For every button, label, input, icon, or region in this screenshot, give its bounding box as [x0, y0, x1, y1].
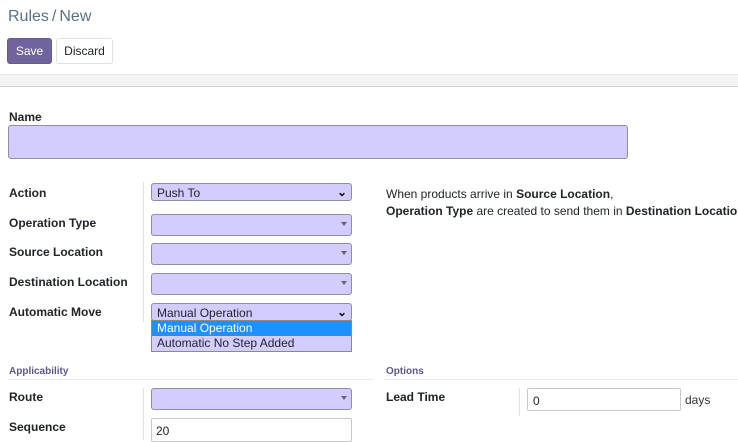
automatic-move-value: Manual Operation [157, 306, 253, 320]
dropdown-option-manual-operation[interactable]: Manual Operation [152, 321, 351, 336]
lead-time-value: 0 [533, 394, 540, 408]
breadcrumb-parent[interactable]: Rules [8, 8, 49, 25]
breadcrumb-separator: / [51, 8, 57, 25]
automatic-move-label: Automatic Move [9, 305, 102, 319]
sequence-value: 20 [156, 424, 170, 438]
caret-down-icon [341, 222, 347, 226]
operation-type-label: Operation Type [9, 216, 97, 230]
destination-location-select[interactable] [151, 273, 352, 295]
lead-time-input[interactable]: 0 [527, 388, 681, 411]
caret-down-icon [341, 251, 347, 255]
label-separator [143, 388, 144, 440]
label-separator [519, 388, 520, 416]
action-label: Action [9, 186, 47, 200]
options-divider [384, 379, 738, 380]
automatic-move-dropdown: Manual Operation Automatic No Step Added [151, 320, 352, 352]
dropdown-option-automatic-no-step-added[interactable]: Automatic No Step Added [152, 336, 351, 351]
breadcrumb-current: New [59, 8, 92, 25]
name-input[interactable] [8, 125, 628, 159]
action-select[interactable]: Push To ⌄ [151, 183, 352, 201]
name-label: Name [9, 110, 42, 124]
label-separator [143, 182, 144, 322]
action-select-value: Push To [157, 186, 201, 200]
applicability-divider [8, 379, 373, 380]
automatic-move-select[interactable]: Manual Operation ⌄ [151, 303, 352, 321]
applicability-section-title: Applicability [9, 366, 69, 377]
chevron-down-icon: ⌄ [336, 185, 347, 199]
chevron-down-icon: ⌄ [336, 305, 347, 319]
lead-time-label: Lead Time [386, 390, 446, 404]
sequence-input[interactable]: 20 [151, 418, 352, 442]
source-location-select[interactable] [151, 243, 352, 265]
route-label: Route [9, 390, 43, 404]
rule-help-text: When products arrive in Source Location,… [386, 187, 738, 218]
caret-down-icon [341, 396, 347, 400]
caret-down-icon [341, 281, 347, 285]
source-location-label: Source Location [9, 245, 104, 259]
route-select[interactable] [151, 388, 352, 410]
sequence-label: Sequence [9, 420, 66, 434]
sheet-header-band [0, 74, 738, 87]
discard-button[interactable]: Discard [56, 38, 113, 64]
breadcrumb: Rules / New [8, 8, 91, 26]
options-section-title: Options [386, 366, 424, 377]
destination-location-label: Destination Location [9, 275, 128, 289]
operation-type-select[interactable] [151, 214, 352, 236]
lead-time-unit: days [685, 393, 711, 407]
save-button[interactable]: Save [7, 38, 52, 64]
